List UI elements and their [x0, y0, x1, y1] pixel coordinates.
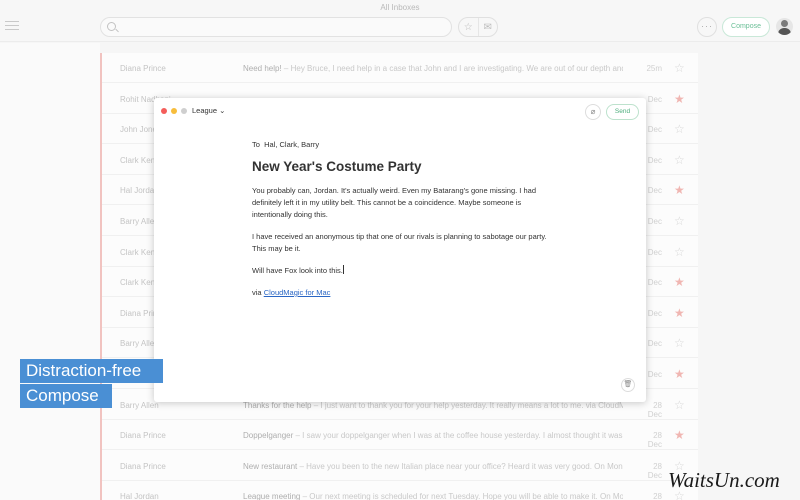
mail-date: 28 Dec	[647, 400, 662, 419]
account-name: League	[192, 106, 218, 115]
subject-preview: Doppelganger – I saw your doppelganger w…	[243, 431, 623, 440]
body-paragraph: Will have Fox look into this.	[252, 265, 344, 275]
starred-filter-icon[interactable]: ☆	[459, 18, 478, 36]
to-label: To	[252, 140, 260, 149]
separator: –	[297, 461, 307, 471]
star-icon[interactable]: ☆	[674, 245, 685, 259]
send-button[interactable]: Send	[606, 104, 639, 120]
menu-icon[interactable]	[5, 21, 19, 31]
subject-preview: New restaurant – Have you been to the ne…	[243, 462, 623, 471]
watermark-logo: WaitsUn.com	[668, 468, 780, 492]
sender-name: Diana Prince	[120, 64, 166, 73]
recipients-field[interactable]: To Hal, Clark, Barry	[252, 140, 319, 149]
subject-text: New restaurant	[243, 461, 298, 471]
top-bar: All Inboxes ☆ ✉ ··· Compose	[0, 0, 800, 42]
sender-name: Diana Prince	[120, 431, 166, 441]
banner-line-1: Distraction-free	[20, 359, 163, 383]
star-icon[interactable]: ☆	[674, 153, 685, 167]
subject-field[interactable]: New Year's Costume Party	[252, 159, 422, 174]
separator: –	[293, 431, 303, 441]
mail-row[interactable]: Diana Prince Doppelganger – I saw your do…	[102, 420, 698, 451]
sidebar	[0, 43, 100, 500]
signature: via CloudMagic for Mac	[252, 287, 552, 299]
mail-date: 28 Dec	[647, 431, 662, 450]
star-icon[interactable]: ☆	[674, 336, 685, 350]
separator: –	[281, 64, 291, 73]
body-paragraph: You probably can, Jordan. It's actually …	[252, 186, 536, 219]
account-selector[interactable]: League ⌄	[192, 106, 225, 115]
body-paragraph: I have received an anonymous tip that on…	[252, 232, 547, 253]
subject-text: League meeting	[243, 492, 301, 500]
window-controls	[161, 108, 187, 114]
search-icon	[107, 22, 116, 31]
banner-line-2: Compose	[20, 384, 112, 408]
mail-row[interactable]: Diana Prince New restaurant – Have you be…	[102, 451, 698, 481]
star-icon[interactable]: ☆	[674, 61, 685, 75]
subject-text: Need help!	[243, 64, 282, 73]
mail-date: 28 Dec	[647, 461, 662, 480]
feature-banner: Distraction-free Compose	[20, 359, 163, 409]
signature-link[interactable]: CloudMagic for Mac	[264, 288, 331, 297]
recipients-value: Hal, Clark, Barry	[264, 140, 320, 149]
star-icon[interactable]: ☆	[674, 122, 685, 136]
star-icon[interactable]: ★	[674, 275, 685, 289]
compose-window: League ⌄ ⌀ Send To Hal, Clark, Barry New…	[154, 98, 646, 402]
avatar[interactable]	[776, 18, 793, 35]
sender-name: Hal Jordan	[120, 492, 159, 500]
filter-toggle: ☆ ✉	[458, 17, 498, 37]
star-icon[interactable]: ☆	[674, 214, 685, 228]
mail-date: 25m	[646, 64, 662, 73]
message-body[interactable]: You probably can, Jordan. It's actually …	[252, 185, 552, 309]
window-title: All Inboxes	[380, 3, 420, 12]
unread-filter-icon[interactable]: ✉	[477, 18, 498, 36]
mail-row[interactable]: Diana Prince Need help! – Hey Bruce, I ne…	[102, 53, 698, 83]
star-icon[interactable]: ★	[674, 428, 685, 442]
zoom-dot[interactable]	[181, 108, 187, 114]
preview-text: Have you been to the new Italian place n…	[306, 461, 623, 471]
chevron-down-icon: ⌄	[219, 106, 226, 115]
search-input[interactable]	[100, 17, 452, 37]
separator: –	[300, 492, 310, 500]
preview-text: Our next meeting is scheduled for next T…	[309, 492, 623, 500]
close-dot[interactable]	[161, 108, 167, 114]
star-icon[interactable]: ★	[674, 92, 685, 106]
star-icon[interactable]: ★	[674, 306, 685, 320]
signature-prefix: via	[252, 288, 262, 297]
more-button[interactable]: ···	[697, 17, 717, 37]
subject-preview: League meeting – Our next meeting is sch…	[243, 492, 623, 500]
subject-preview: Need help! – Hey Bruce, I need help in a…	[243, 64, 623, 73]
preview-text: Hey Bruce, I need help in a case that Jo…	[290, 64, 623, 73]
sender-name: Diana Prince	[120, 461, 166, 471]
mail-row[interactable]: Hal Jordan League meeting – Our next meet…	[102, 481, 698, 500]
star-icon[interactable]: ★	[674, 183, 685, 197]
preview-text: I saw your doppelganger when I was at th…	[302, 431, 623, 441]
minimize-dot[interactable]	[171, 108, 177, 114]
star-icon[interactable]: ★	[674, 367, 685, 381]
compose-button[interactable]: Compose	[722, 17, 770, 37]
subject-text: Doppelganger	[243, 431, 294, 441]
star-icon[interactable]: ☆	[674, 398, 685, 412]
mail-date: 28 Dec	[653, 492, 662, 500]
trash-icon[interactable]: 🗑	[621, 378, 635, 392]
attachment-icon[interactable]: ⌀	[585, 104, 601, 120]
text-cursor	[342, 265, 344, 274]
